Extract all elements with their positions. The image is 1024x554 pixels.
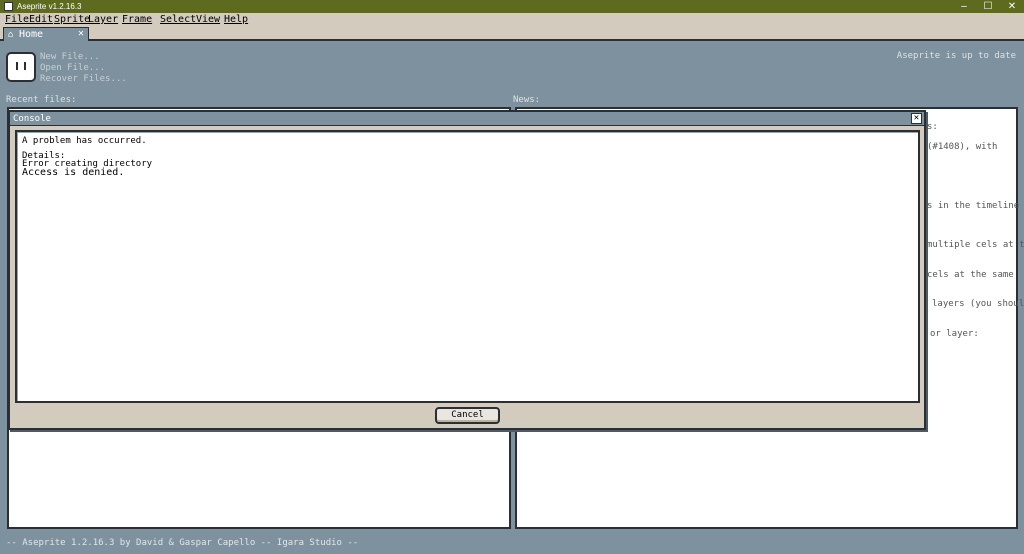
recent-files-label: Recent files: (6, 95, 77, 105)
console-line: A problem has occurred. (22, 136, 147, 146)
new-file-link[interactable]: New File... (40, 52, 100, 63)
tab-strip: ⌂ Home ✕ (0, 27, 1024, 41)
menu-select[interactable]: Select (160, 14, 196, 26)
news-line: (#1408), with (927, 142, 998, 152)
window-titlebar: Aseprite v1.2.16.3 – ☐ ✕ (0, 0, 1024, 13)
news-line: multiple cels at the (927, 240, 1024, 250)
dialog-title: Console (13, 114, 51, 124)
maximize-button[interactable]: ☐ (976, 0, 1000, 13)
recover-files-link[interactable]: Recover Files... (40, 74, 127, 85)
menu-edit[interactable]: Edit (29, 14, 53, 26)
console-line: Access is denied. (22, 167, 125, 178)
menu-file[interactable]: File (5, 14, 29, 26)
tab-close-icon[interactable]: ✕ (78, 28, 84, 40)
aseprite-app-icon (4, 2, 13, 11)
menu-bar: File Edit Sprite Layer Frame Select View… (0, 13, 1024, 27)
menu-view[interactable]: View (196, 14, 220, 26)
close-window-button[interactable]: ✕ (1000, 0, 1024, 13)
status-bar: -- Aseprite 1.2.16.3 by David & Gaspar C… (0, 534, 1024, 554)
dialog-titlebar[interactable]: Console ✕ (10, 112, 924, 126)
console-output[interactable]: A problem has occurred. Details: Error c… (15, 130, 920, 403)
home-icon: ⌂ (8, 30, 14, 40)
menu-sprite[interactable]: Sprite (54, 14, 90, 26)
menu-layer[interactable]: Layer (88, 14, 118, 26)
news-line: or layer: (930, 329, 979, 339)
open-file-link[interactable]: Open File... (40, 63, 105, 74)
menu-frame[interactable]: Frame (122, 14, 152, 26)
news-label: News: (513, 95, 541, 105)
news-line: cels at the same (927, 270, 1014, 280)
menu-help[interactable]: Help (224, 14, 248, 26)
update-status: Aseprite is up to date (896, 51, 1016, 61)
tab-home[interactable]: ⌂ Home ✕ (3, 27, 89, 41)
news-line: s: (927, 122, 938, 132)
cancel-button[interactable]: Cancel (435, 407, 500, 424)
tab-home-label: Home (19, 29, 44, 40)
status-bar-text: -- Aseprite 1.2.16.3 by David & Gaspar C… (6, 538, 359, 548)
minimize-button[interactable]: – (952, 0, 976, 13)
window-title: Aseprite v1.2.16.3 (17, 2, 82, 11)
news-line: layers (you should (932, 299, 1024, 309)
dialog-close-icon[interactable]: ✕ (911, 113, 922, 124)
aseprite-logo (6, 52, 36, 82)
news-line: s in the timeline (927, 201, 1020, 211)
console-dialog: Console ✕ A problem has occurred. Detail… (8, 110, 926, 430)
